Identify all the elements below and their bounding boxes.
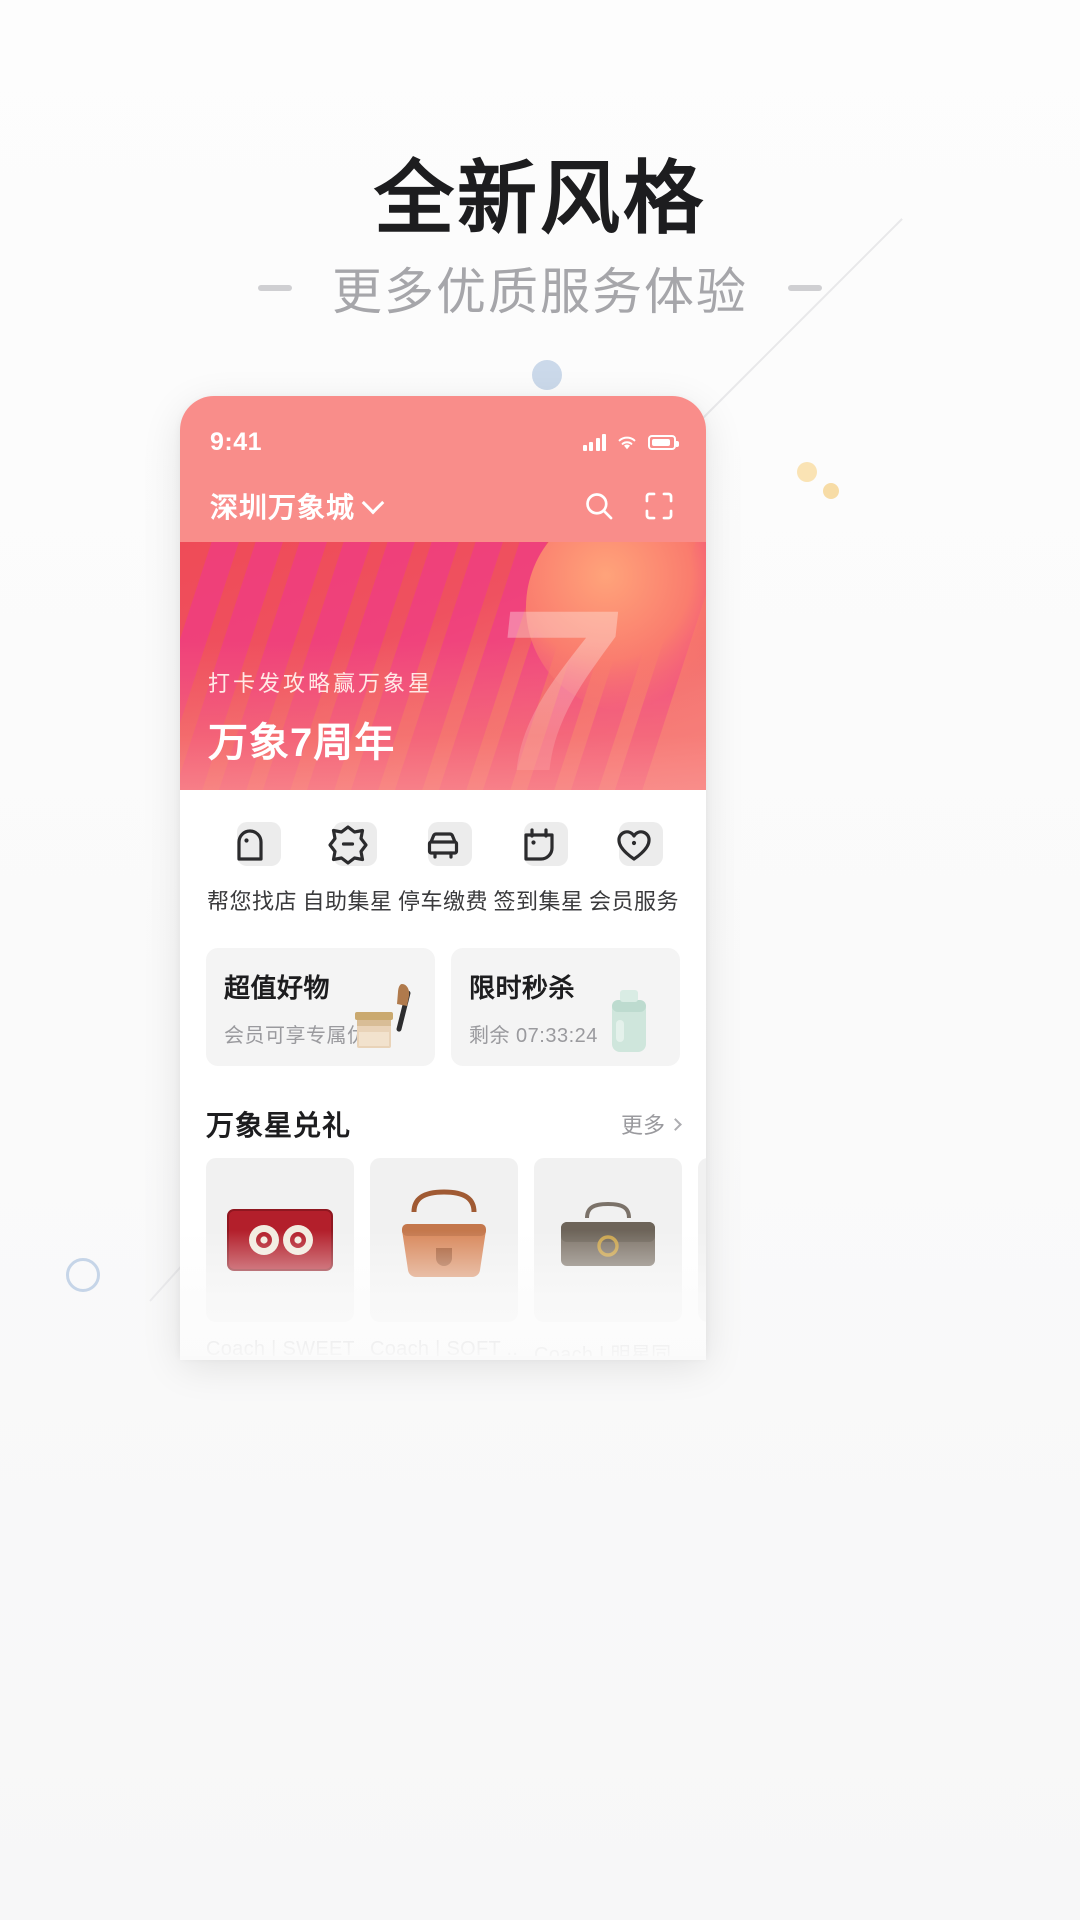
product-image (534, 1158, 682, 1322)
phone-mockup: 9:41 深圳万象城 打卡发攻略赢万象星 万象7周年 帮您找店 自助集星 停车缴… (180, 396, 706, 1356)
signal-icon (582, 433, 606, 451)
page-subtitle-row: 更多优质服务体验 (0, 252, 1080, 324)
product-name: Coach | SOFT ... (370, 1338, 518, 1356)
heart-icon (608, 818, 663, 870)
grey-flap-bag-icon (561, 1201, 655, 1266)
decor-dot-blue (532, 360, 562, 390)
promo-card-deals[interactable]: 超值好物 会员可享专属优惠 (206, 948, 435, 1066)
quick-action-collect-stars[interactable]: 自助集星 (302, 818, 394, 916)
quick-action-checkin[interactable]: 签到集星 (493, 818, 585, 916)
battery-icon (648, 434, 679, 450)
gifts-section-title: 万象星兑礼 (206, 1110, 352, 1141)
status-clock: 9:41 (210, 427, 263, 456)
red-card-case-icon (227, 1209, 333, 1271)
location-selector[interactable]: 深圳万象城 (210, 486, 385, 526)
gifts-more-link[interactable]: 更多 (620, 1108, 682, 1140)
promo-page: 全新风格 更多优质服务体验 9:41 深圳万象城 打卡发攻略赢万象星 万象7周年… (0, 0, 1080, 1920)
decor-line-top-right (689, 218, 903, 432)
quick-actions-row: 帮您找店 自助集星 停车缴费 签到集星 会员服务 (180, 790, 706, 942)
product-card[interactable]: Coach | 明星同... 1413677万象星 (534, 1158, 682, 1356)
wifi-icon (618, 436, 636, 450)
quick-action-parking[interactable]: 停车缴费 (397, 818, 489, 916)
decor-dot-yellow-small (823, 483, 839, 499)
car-icon (417, 818, 472, 870)
product-image (206, 1158, 354, 1322)
quick-action-label: 自助集星 (302, 889, 393, 914)
status-bar: 9:41 (180, 396, 706, 470)
product-name: Coach | SWEETIE (206, 1338, 354, 1356)
quick-action-label: 签到集星 (493, 889, 584, 914)
quick-action-find-store[interactable]: 帮您找店 (206, 818, 298, 916)
product-image (698, 1158, 706, 1322)
chevron-down-icon (361, 491, 385, 514)
app-header-actions (582, 489, 676, 523)
quick-action-label: 帮您找店 (206, 889, 297, 914)
banner-text: 打卡发攻略赢万象星 万象7周年 (208, 666, 433, 768)
promo-card-flash-sale[interactable]: 限时秒杀 剩余 07:33:24 (451, 948, 680, 1066)
quick-action-label: 停车缴费 (397, 889, 488, 914)
product-card[interactable]: Coach | SWEETIE 400000万象星 (206, 1158, 354, 1356)
product-card[interactable]: Coach | SOFT ... 1213677万象星 (370, 1158, 518, 1356)
app-header: 深圳万象城 (180, 470, 706, 542)
calendar-icon (513, 818, 568, 870)
page-title: 全新风格 (374, 154, 706, 243)
status-indicators (582, 432, 679, 452)
search-icon[interactable] (582, 489, 616, 523)
banner-title: 万象7周年 (208, 721, 396, 765)
anniversary-banner[interactable]: 7 打卡发攻略赢万象星 万象7周年 (180, 542, 706, 790)
product-price (698, 1346, 706, 1356)
gift-products-row[interactable]: Coach | SWEETIE 400000万象星 Coach | SOFT .… (180, 1158, 706, 1356)
quick-action-label: 会员服务 (588, 889, 679, 914)
gifts-section-header: 万象星兑礼 更多 (180, 1086, 706, 1158)
location-name: 深圳万象城 (210, 492, 356, 523)
decor-ring-blue (66, 1258, 100, 1292)
cosmetics-icon (355, 984, 411, 1048)
tan-shoulder-bag-icon (402, 1189, 486, 1278)
promo-cards-row: 超值好物 会员可享专属优惠 限时秒杀 剩余 07:33:24 (180, 942, 706, 1086)
decor-dot-yellow-large (797, 462, 817, 482)
bottle-icon (612, 990, 646, 1052)
store-tag-icon (226, 818, 281, 870)
page-subtitle: 更多优质服务体验 (332, 264, 748, 320)
chevron-right-icon (669, 1117, 682, 1131)
gifts-more-label: 更多 (620, 1113, 665, 1138)
banner-kicker: 打卡发攻略赢万象星 (208, 671, 434, 696)
quick-action-member-services[interactable]: 会员服务 (588, 818, 680, 916)
product-card-partial[interactable] (698, 1158, 706, 1356)
subtitle-dash-right (788, 285, 822, 291)
product-image (370, 1158, 518, 1322)
subtitle-dash-left (258, 285, 292, 291)
product-name: Coach | 明星同... (534, 1344, 682, 1356)
star-burst-icon (322, 818, 377, 870)
scan-icon[interactable] (642, 489, 676, 523)
